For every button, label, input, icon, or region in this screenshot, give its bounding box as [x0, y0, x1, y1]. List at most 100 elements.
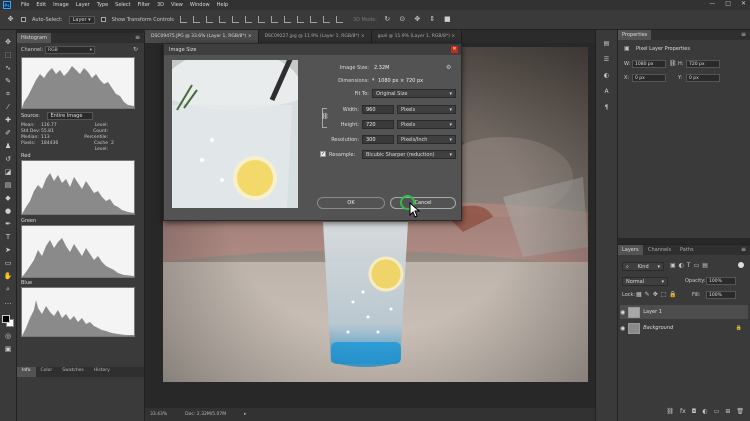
distribute-vcenter-icon[interactable]: [270, 16, 278, 23]
quick-mask-icon[interactable]: ◎: [4, 332, 13, 340]
resolution-unit-dropdown[interactable]: Pixels/Inch ▾: [397, 135, 456, 144]
foreground-color-swatch[interactable]: [2, 315, 10, 323]
h-input[interactable]: 720 px: [686, 60, 720, 68]
panel-menu-icon[interactable]: ≡: [135, 34, 140, 41]
brush-tool-icon[interactable]: ✐: [4, 129, 13, 137]
zoom-level[interactable]: 33.43%: [150, 412, 167, 417]
opacity-input[interactable]: 100%: [706, 277, 736, 285]
more-tools-icon[interactable]: …: [4, 298, 13, 306]
eraser-tool-icon[interactable]: ◪: [4, 168, 13, 176]
clone-stamp-icon[interactable]: ♟: [4, 142, 13, 150]
move-tool-icon[interactable]: ✥: [4, 38, 13, 46]
lock-icon[interactable]: 🔒: [736, 325, 742, 331]
fx-icon[interactable]: fx: [680, 408, 686, 415]
adjustments-panel-icon[interactable]: ◐: [602, 72, 611, 80]
auto-select-checkbox[interactable]: [21, 17, 26, 22]
close-tab-icon[interactable]: ×: [451, 34, 455, 39]
3d-roll-icon[interactable]: ⊙: [398, 16, 407, 24]
doc-tab-1[interactable]: DSC09475.JPG @ 33.6% (Layer 1, RGB/8*) ×: [145, 30, 259, 43]
menu-view[interactable]: View: [171, 2, 183, 8]
width-unit-dropdown[interactable]: Pixels ▾: [397, 105, 456, 114]
ok-button[interactable]: OK: [317, 197, 385, 209]
refresh-icon[interactable]: ↻: [133, 46, 138, 53]
y-input[interactable]: 0 px: [686, 74, 720, 82]
color-swatches[interactable]: [2, 315, 14, 327]
panel-menu-icon[interactable]: ≡: [741, 246, 746, 253]
image-preview[interactable]: [172, 60, 298, 208]
fit-to-dropdown[interactable]: Original Size ▾: [372, 89, 456, 98]
delete-layer-icon[interactable]: 🗑: [736, 408, 744, 415]
eyedropper-tool-icon[interactable]: ⁄: [4, 103, 13, 111]
doc-tab-2[interactable]: DSC09227.jpg @ 11.9% (Layer 1, RGB/8*) ×: [258, 30, 372, 43]
align-vcenter-icon[interactable]: [192, 16, 200, 23]
resample-dropdown[interactable]: Bicubic Sharper (reduction) ▾: [362, 150, 456, 159]
align-hcenter-icon[interactable]: [231, 16, 239, 23]
distribute-bottom-icon[interactable]: [283, 16, 291, 23]
link-icon[interactable]: ⛓: [669, 60, 677, 67]
fill-input[interactable]: 100%: [706, 291, 736, 299]
maximize-icon[interactable]: □: [725, 0, 731, 7]
menu-help[interactable]: Help: [217, 2, 228, 8]
layer-row[interactable]: ◉ Layer 1: [620, 305, 748, 319]
blend-mode-dropdown[interactable]: Normal ▾: [622, 277, 668, 286]
properties-panel-icon[interactable]: ☰: [602, 56, 611, 64]
new-layer-icon[interactable]: ⊞: [725, 408, 730, 415]
menu-filter[interactable]: Filter: [138, 2, 150, 8]
constrain-proportions-icon[interactable]: ⛓: [321, 113, 329, 120]
tab-history[interactable]: History: [89, 367, 115, 377]
filter-toggle-icon[interactable]: [738, 262, 744, 268]
paragraph-panel-icon[interactable]: ¶: [602, 104, 611, 112]
source-dropdown[interactable]: Entire Image: [47, 112, 94, 120]
distribute-left-icon[interactable]: [296, 16, 304, 23]
crop-tool-icon[interactable]: ⌗: [4, 90, 13, 98]
panel-menu-icon[interactable]: ≡: [741, 31, 746, 38]
resample-checkbox[interactable]: ✓: [320, 151, 326, 157]
dialog-title-bar[interactable]: Image Size: [164, 44, 461, 55]
align-right-icon[interactable]: [244, 16, 252, 23]
tab-swatches[interactable]: Swatches: [57, 367, 89, 377]
type-tool-icon[interactable]: T: [4, 233, 13, 241]
pen-tool-icon[interactable]: ✒: [4, 220, 13, 228]
menu-image[interactable]: Image: [53, 2, 69, 8]
3d-slide-icon[interactable]: ⇕: [428, 16, 437, 24]
layer-name[interactable]: Layer 1: [643, 309, 662, 315]
tab-info[interactable]: Info: [17, 367, 36, 377]
history-panel-icon[interactable]: ▤: [602, 40, 611, 48]
show-transform-checkbox[interactable]: [100, 17, 106, 22]
w-input[interactable]: 1080 px: [632, 60, 666, 68]
path-select-icon[interactable]: ➤: [4, 246, 13, 254]
healing-brush-icon[interactable]: ✚: [4, 116, 13, 124]
settings-gear-icon[interactable]: ⚙: [446, 64, 451, 71]
3d-pan-icon[interactable]: ✥: [413, 16, 422, 24]
add-mask-icon[interactable]: ◘: [692, 408, 697, 415]
close-tab-icon[interactable]: ×: [361, 34, 365, 39]
visibility-eye-icon[interactable]: ◉: [620, 309, 625, 316]
zoom-tool-icon[interactable]: ⌕: [4, 285, 13, 293]
height-input[interactable]: 720: [362, 120, 394, 129]
link-layers-icon[interactable]: ⛓: [666, 408, 674, 415]
distribute-top-icon[interactable]: [257, 16, 265, 23]
x-input[interactable]: 0 px: [632, 74, 666, 82]
minimize-icon[interactable]: —: [709, 0, 715, 7]
layer-name[interactable]: Background: [643, 325, 673, 331]
3d-scale-icon[interactable]: ■: [443, 16, 452, 24]
3d-orbit-icon[interactable]: ↻: [383, 16, 392, 24]
align-bottom-icon[interactable]: [205, 16, 213, 23]
hand-tool-icon[interactable]: ✋: [4, 272, 13, 280]
tab-layers[interactable]: Layers: [618, 245, 643, 255]
adjustment-layer-icon[interactable]: ◐: [702, 408, 707, 415]
character-panel-icon[interactable]: A: [602, 88, 611, 96]
resolution-input[interactable]: 300: [362, 135, 394, 144]
visibility-eye-icon[interactable]: ◉: [620, 325, 625, 332]
channel-dropdown[interactable]: RGB ▾: [45, 46, 95, 54]
tab-paths[interactable]: Paths: [680, 247, 694, 253]
align-left-icon[interactable]: [218, 16, 226, 23]
dialog-close-icon[interactable]: ✕: [451, 46, 458, 53]
menu-3d[interactable]: 3D: [157, 2, 164, 8]
screen-mode-icon[interactable]: ▣: [4, 345, 13, 353]
align-top-icon[interactable]: [179, 16, 187, 23]
status-menu-icon[interactable]: ▸: [244, 412, 246, 417]
new-group-icon[interactable]: ▭: [714, 408, 720, 415]
close-window-icon[interactable]: ✕: [741, 0, 746, 7]
menu-select[interactable]: Select: [115, 2, 130, 8]
